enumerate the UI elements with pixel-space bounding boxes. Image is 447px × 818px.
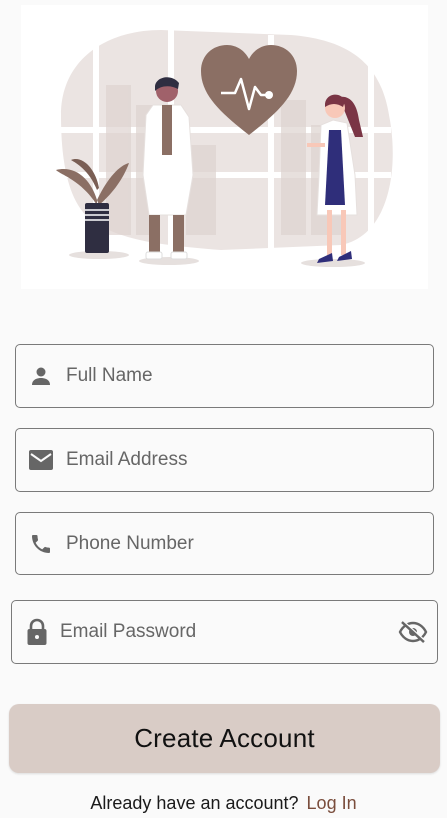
lock-icon: [24, 618, 50, 645]
person-icon: [28, 363, 54, 389]
email-input[interactable]: [66, 449, 433, 471]
doctors-illustration: [56, 30, 393, 267]
login-prompt-text: Already have an account?: [90, 793, 299, 813]
phone-field[interactable]: [15, 512, 434, 575]
mail-icon: [28, 447, 54, 473]
login-link[interactable]: Log In: [307, 793, 357, 813]
hero-illustration: [21, 5, 428, 289]
login-prompt: Already have an account? Log In: [0, 793, 447, 814]
phone-input[interactable]: [66, 532, 433, 555]
password-field[interactable]: [11, 600, 438, 664]
phone-icon: [28, 531, 54, 557]
full-name-field[interactable]: [15, 344, 434, 408]
full-name-input[interactable]: [66, 365, 433, 387]
create-account-button[interactable]: Create Account: [9, 704, 440, 773]
email-field[interactable]: [15, 428, 434, 492]
eye-off-icon[interactable]: [397, 619, 429, 645]
password-input[interactable]: [60, 621, 397, 643]
